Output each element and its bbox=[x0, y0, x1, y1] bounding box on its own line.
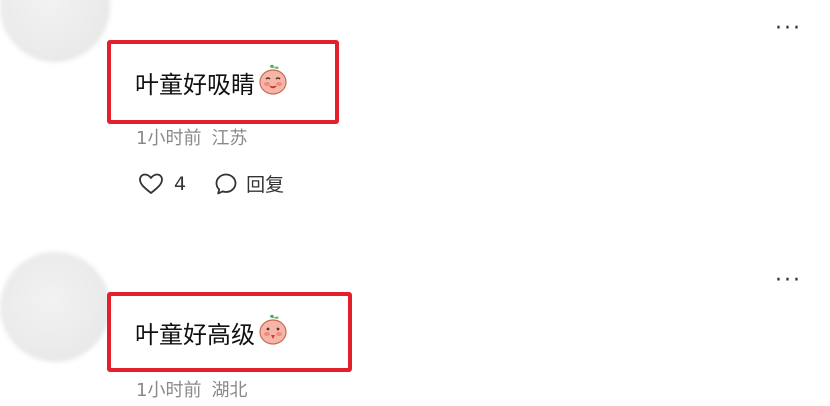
comment-actions: 4 回复 bbox=[138, 170, 284, 197]
comment-location: 湖北 bbox=[211, 380, 248, 401]
comment-time: 1小时前 bbox=[136, 128, 202, 149]
like-count: 4 bbox=[174, 172, 187, 195]
comment-bubble-icon bbox=[215, 173, 237, 194]
more-options-button[interactable]: ··· bbox=[775, 18, 802, 40]
peach-face-emoji-icon bbox=[257, 64, 289, 100]
comment-text: 叶童好吸睛 bbox=[135, 70, 255, 99]
comment-highlight-box: 叶童好高级 bbox=[107, 292, 352, 372]
comment-item: ··· 叶童好吸睛 1小时前 江苏 4 回复 bbox=[0, 0, 830, 230]
comment-highlight-box: 叶童好吸睛 bbox=[107, 40, 339, 124]
peach-face-emoji-icon bbox=[257, 314, 289, 350]
heart-icon bbox=[139, 173, 163, 194]
more-options-button[interactable]: ··· bbox=[775, 270, 802, 292]
reply-button[interactable]: 回复 bbox=[214, 170, 284, 197]
reply-label: 回复 bbox=[246, 174, 285, 196]
comment-meta: 1小时前 江苏 bbox=[136, 124, 247, 150]
comment-location: 江苏 bbox=[211, 128, 248, 149]
comment-time: 1小时前 bbox=[136, 380, 202, 401]
like-button[interactable]: 4 bbox=[138, 172, 186, 196]
avatar[interactable] bbox=[0, 0, 110, 62]
comment-meta: 1小时前 湖北 bbox=[136, 376, 247, 402]
comment-item: ··· 叶童好高级 1小时前 湖北 bbox=[0, 230, 830, 406]
comment-text: 叶童好高级 bbox=[135, 320, 255, 349]
avatar[interactable] bbox=[0, 252, 110, 362]
